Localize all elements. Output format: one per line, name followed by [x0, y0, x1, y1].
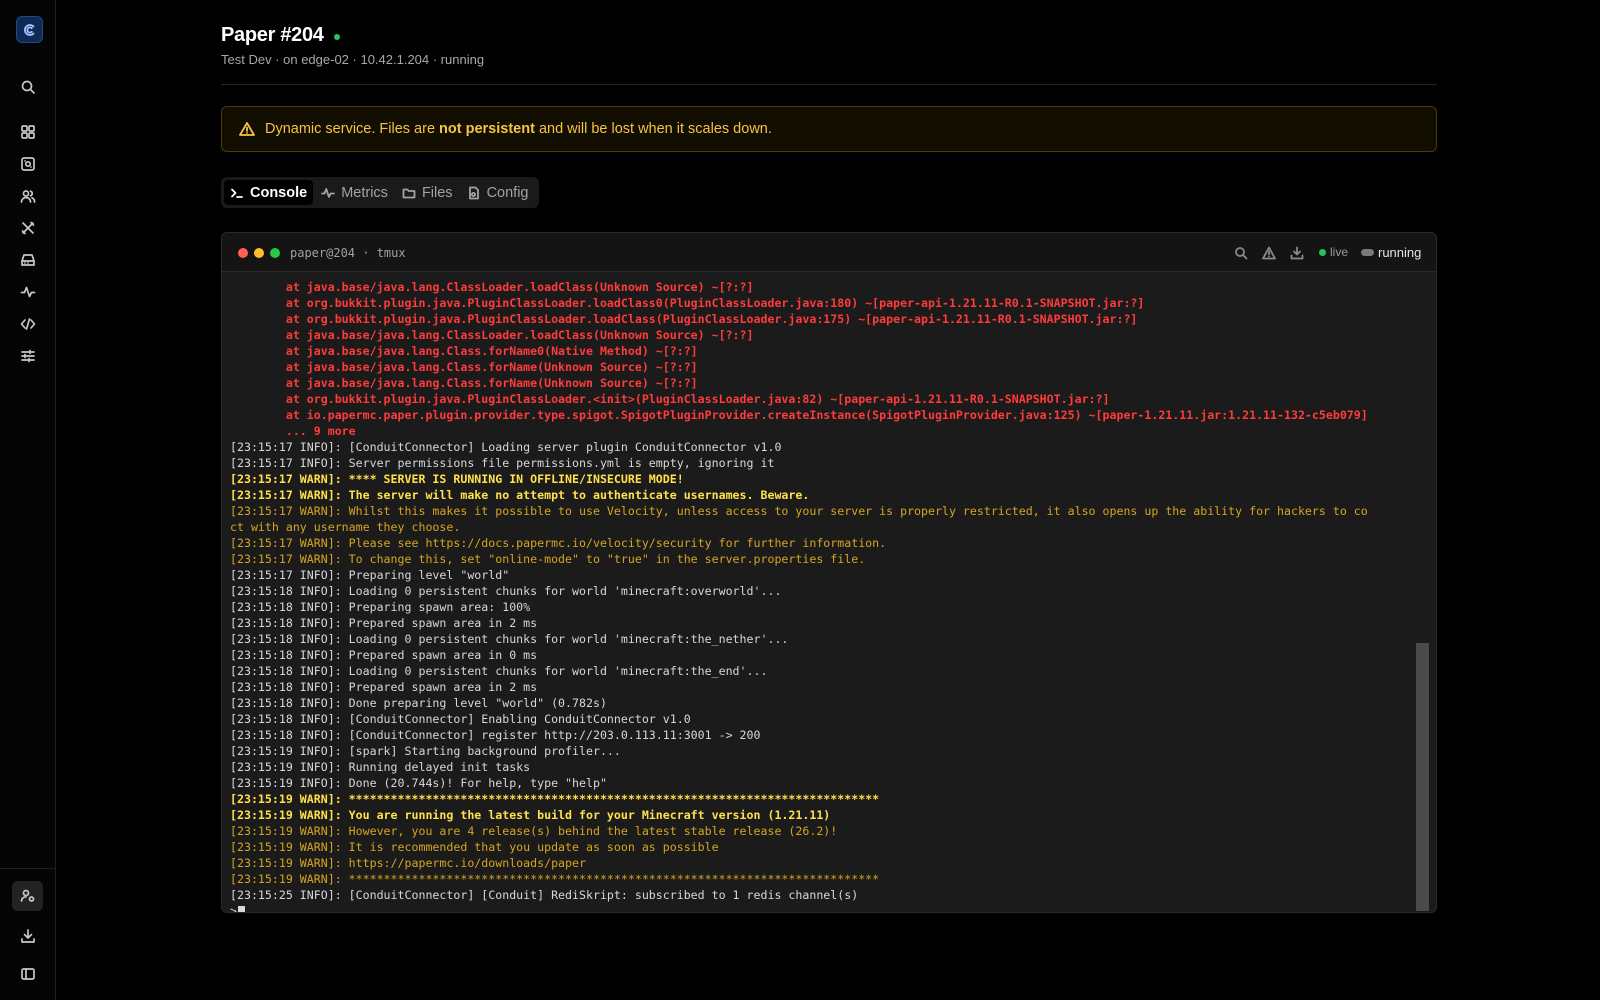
running-toggle[interactable] [1361, 249, 1374, 256]
log-line: [23:15:17 WARN]: Whilst this makes it po… [230, 504, 1368, 518]
console-terminal: paper@204 · tmux live running at java.ba… [221, 232, 1437, 913]
tab-console[interactable]: Console [224, 180, 314, 205]
page-title: Paper #204 [221, 24, 340, 47]
terminal-output[interactable]: at java.base/java.lang.ClassLoader.loadC… [222, 273, 1416, 913]
log-line: at java.base/java.lang.ClassLoader.loadC… [230, 280, 754, 294]
folder-icon [402, 188, 416, 198]
log-line: [23:15:19 INFO]: [spark] Starting backgr… [230, 744, 621, 758]
prompt-line[interactable]: > [222, 903, 1416, 913]
log-line: [23:15:19 WARN]: ***********************… [230, 872, 880, 886]
log-line: at java.base/java.lang.Class.forName(Unk… [230, 376, 698, 390]
terminal-header: paper@204 · tmux live running [222, 233, 1436, 272]
log-line: [23:15:19 INFO]: Running delayed init ta… [230, 760, 531, 774]
log-line: at java.base/java.lang.ClassLoader.loadC… [230, 328, 754, 342]
search-icon[interactable] [18, 77, 38, 97]
page-subtitle: Test Dev · on edge-02 · 10.42.1.204 · ru… [221, 52, 485, 67]
header-divider [221, 84, 1437, 85]
persistence-warning-banner: Dynamic service. Files are not persisten… [221, 106, 1437, 152]
log-line: at org.bukkit.plugin.java.PluginClassLoa… [230, 296, 1145, 310]
log-line: [23:15:18 INFO]: Loading 0 persistent ch… [230, 664, 768, 678]
tab-files-label: Files [421, 184, 453, 201]
code-icon[interactable] [18, 314, 38, 334]
terminal-icon [231, 188, 243, 198]
log-line: [23:15:17 INFO]: [ConduitConnector] Load… [230, 440, 782, 454]
log-line: [23:15:17 WARN]: To change this, set "on… [230, 552, 866, 566]
tab-files[interactable]: Files [396, 180, 459, 205]
log-line: [23:15:18 INFO]: [ConduitConnector] Enab… [230, 712, 691, 726]
log-line: [23:15:18 INFO]: Preparing spawn area: 1… [230, 600, 531, 614]
config-file-icon [468, 186, 479, 199]
log-line: [23:15:18 INFO]: [ConduitConnector] regi… [230, 728, 761, 742]
storage-icon[interactable] [18, 250, 38, 270]
log-line: [23:15:19 INFO]: Done (20.744s)! For hel… [230, 776, 607, 790]
log-line: [23:15:17 INFO]: Server permissions file… [230, 456, 775, 470]
sidebar-separator [0, 868, 56, 869]
status-dot [333, 33, 340, 40]
log-line: [23:15:17 WARN]: **** SERVER IS RUNNING … [230, 472, 684, 486]
log-line: at org.bukkit.plugin.java.PluginClassLoa… [230, 312, 1138, 326]
log-line: at java.base/java.lang.Class.forName0(Na… [230, 344, 698, 358]
log-line: ... 9 more [230, 424, 356, 438]
tab-metrics[interactable]: Metrics [315, 180, 394, 205]
log-line: [23:15:17 WARN]: Please see https://docs… [230, 536, 887, 550]
sidebar-toggle-icon[interactable] [18, 964, 38, 984]
activity-icon [321, 187, 336, 198]
prompt-symbol: > [230, 904, 237, 913]
tab-bar: Console Metrics Files Config [221, 177, 540, 208]
log-line: [23:15:25 INFO]: [ConduitConnector] [Con… [230, 888, 859, 902]
tab-config[interactable]: Config [461, 180, 535, 205]
log-line: [23:15:19 WARN]: You are running the lat… [230, 808, 831, 822]
banner-text-bold: not persistent [439, 121, 535, 137]
server-icon[interactable] [18, 154, 38, 174]
sliders-icon[interactable] [18, 346, 38, 366]
log-line: [23:15:19 WARN]: ***********************… [230, 792, 880, 806]
conduit-logo-icon[interactable] [16, 16, 43, 43]
download-icon[interactable] [18, 926, 38, 946]
users-icon[interactable] [18, 186, 38, 206]
text-cursor [237, 905, 245, 912]
search-icon[interactable] [1233, 245, 1249, 261]
log-line: [23:15:18 INFO]: Loading 0 persistent ch… [230, 632, 789, 646]
log-line: [23:15:18 INFO]: Prepared spawn area in … [230, 680, 538, 694]
log-line: [23:15:17 WARN]: The server will make no… [230, 488, 810, 502]
banner-text: Dynamic service. Files are not persisten… [265, 121, 772, 137]
log-line: [23:15:18 INFO]: Prepared spawn area in … [230, 616, 538, 630]
log-line: at io.papermc.paper.plugin.provider.type… [230, 408, 1368, 422]
log-line: [23:15:19 WARN]: https://papermc.io/down… [230, 856, 586, 870]
log-line: [23:15:18 INFO]: Loading 0 persistent ch… [230, 584, 782, 598]
activity-icon[interactable] [18, 282, 38, 302]
running-status: running [1378, 245, 1422, 260]
log-line: [23:15:19 WARN]: It is recommended that … [230, 840, 719, 854]
banner-text-before: Dynamic service. Files are [265, 121, 440, 137]
log-line: [23:15:19 WARN]: However, you are 4 rele… [230, 824, 838, 838]
maximize-light [270, 248, 280, 258]
tab-console-label: Console [250, 184, 308, 201]
log-line: [23:15:18 INFO]: Prepared spawn area in … [230, 648, 538, 662]
download-icon[interactable] [1289, 245, 1305, 261]
live-label: live [1330, 245, 1349, 259]
log-line: [23:15:18 INFO]: Done preparing level "w… [230, 696, 607, 710]
tools-icon[interactable] [18, 218, 38, 238]
warning-triangle-icon [239, 122, 255, 136]
log-line: ct with any username they choose. [230, 520, 461, 534]
sidebar [0, 0, 56, 1000]
page-title-text: Paper #204 [221, 24, 324, 46]
warning-filter-icon[interactable] [1261, 245, 1277, 261]
minimize-light [254, 248, 264, 258]
tab-config-label: Config [486, 184, 529, 201]
log-line: [23:15:17 INFO]: Preparing level "world" [230, 568, 510, 582]
banner-text-after: and will be lost when it scales down. [534, 121, 772, 137]
log-line: at org.bukkit.plugin.java.PluginClassLoa… [230, 392, 1110, 406]
user-settings-icon[interactable] [18, 886, 38, 906]
tab-metrics-label: Metrics [341, 184, 388, 201]
close-light [238, 248, 248, 258]
dashboard-icon[interactable] [18, 122, 38, 142]
log-line: at java.base/java.lang.Class.forName(Unk… [230, 360, 698, 374]
terminal-scrollbar-thumb[interactable] [1416, 643, 1429, 911]
terminal-title: paper@204 · tmux [290, 246, 406, 260]
live-indicator-dot [1319, 249, 1326, 256]
